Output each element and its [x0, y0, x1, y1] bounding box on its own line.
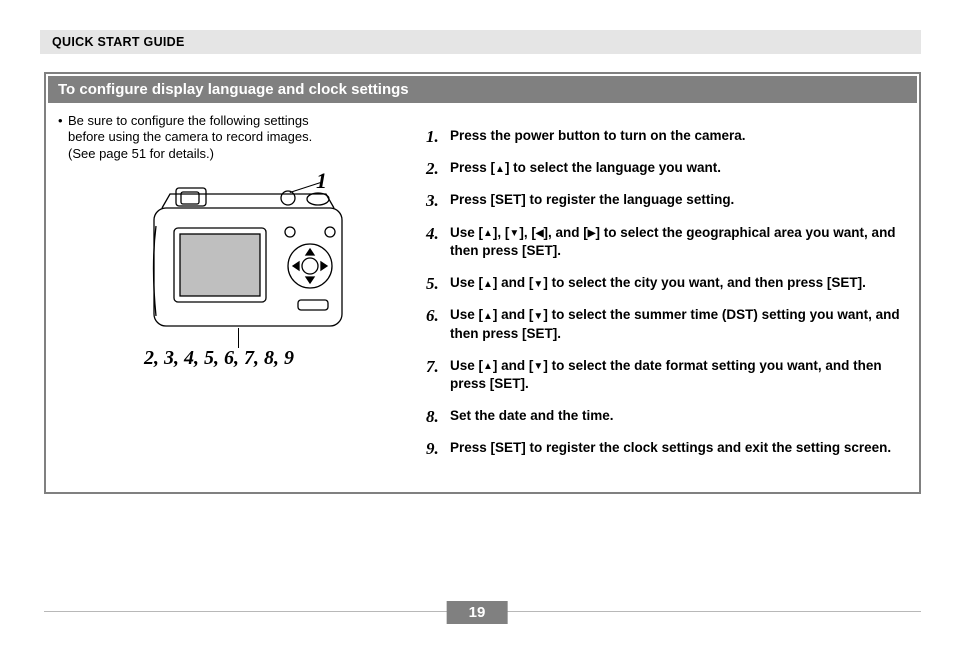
step-3: 3.Press [SET] to register the language s… — [426, 191, 903, 209]
bullet-dot: • — [58, 113, 68, 129]
step-number: 7. — [426, 357, 450, 393]
step-text: Press [▲] to select the language you wan… — [450, 159, 903, 177]
step-7: 7.Use [▲] and [▼] to select the date for… — [426, 357, 903, 393]
note-text-1: Be sure to configure the following setti… — [68, 113, 410, 129]
step-8: 8.Set the date and the time. — [426, 407, 903, 425]
header-text: QUICK START GUIDE — [52, 35, 185, 49]
step-text: Press [SET] to register the language set… — [450, 191, 903, 209]
step-text: Set the date and the time. — [450, 407, 903, 425]
step-number: 3. — [426, 191, 450, 209]
left-column: • Be sure to configure the following set… — [46, 113, 416, 472]
step-text: Press the power button to turn on the ca… — [450, 127, 903, 145]
note-text-3: (See page 51 for details.) — [58, 146, 410, 162]
step-1: 1.Press the power button to turn on the … — [426, 127, 903, 145]
section-title: To configure display language and clock … — [48, 76, 917, 103]
step-text: Press [SET] to register the clock settin… — [450, 439, 903, 457]
step-9: 9.Press [SET] to register the clock sett… — [426, 439, 903, 457]
step-number: 8. — [426, 407, 450, 425]
note-block: • Be sure to configure the following set… — [58, 113, 410, 162]
step-5: 5.Use [▲] and [▼] to select the city you… — [426, 274, 903, 292]
camera-illustration-area: 1 — [58, 162, 410, 382]
step-text: Use [▲] and [▼] to select the city you w… — [450, 274, 903, 292]
step-text: Use [▲], [▼], [◀], and [▶] to select the… — [450, 224, 903, 260]
content-frame: To configure display language and clock … — [44, 72, 921, 494]
body-area: • Be sure to configure the following set… — [46, 105, 919, 472]
callout-bottom-leader — [238, 328, 239, 348]
camera-icon — [148, 186, 348, 336]
step-number: 4. — [426, 224, 450, 260]
step-number: 2. — [426, 159, 450, 177]
step-4: 4.Use [▲], [▼], [◀], and [▶] to select t… — [426, 224, 903, 260]
step-text: Use [▲] and [▼] to select the summer tim… — [450, 306, 903, 342]
page-number: 19 — [447, 601, 508, 624]
step-text: Use [▲] and [▼] to select the date forma… — [450, 357, 903, 393]
header-bar: QUICK START GUIDE — [40, 30, 921, 54]
note-text-2: before using the camera to record images… — [58, 129, 410, 145]
step-number: 6. — [426, 306, 450, 342]
step-2: 2.Press [▲] to select the language you w… — [426, 159, 903, 177]
callout-bottom-label: 2, 3, 4, 5, 6, 7, 8, 9 — [144, 347, 294, 370]
step-number: 1. — [426, 127, 450, 145]
note-line-1: • Be sure to configure the following set… — [58, 113, 410, 129]
step-number: 5. — [426, 274, 450, 292]
step-6: 6.Use [▲] and [▼] to select the summer t… — [426, 306, 903, 342]
step-number: 9. — [426, 439, 450, 457]
steps-column: 1.Press the power button to turn on the … — [416, 113, 919, 472]
